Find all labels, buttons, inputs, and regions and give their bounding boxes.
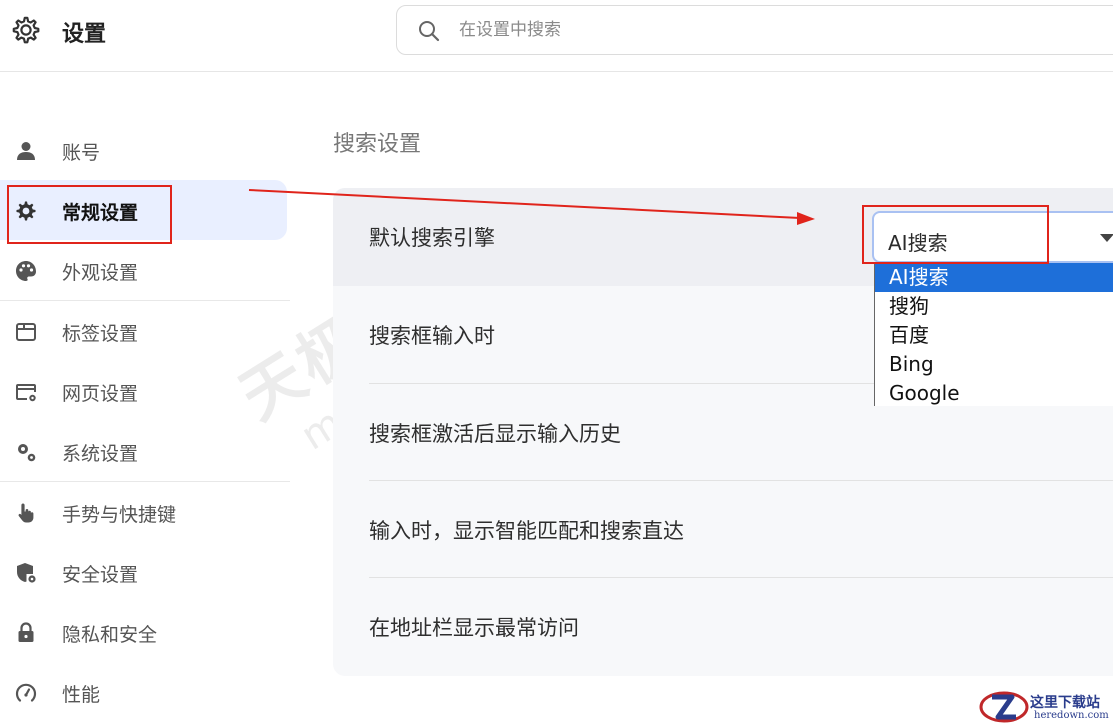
sidebar-item-label: 账号 bbox=[62, 142, 101, 164]
search-input[interactable] bbox=[457, 6, 1057, 54]
setting-label: 输入时，显示智能匹配和搜索直达 bbox=[369, 519, 684, 543]
setting-label: 搜索框激活后显示输入历史 bbox=[369, 422, 621, 446]
gear-icon bbox=[16, 201, 36, 221]
dropdown-option[interactable]: AI搜索 bbox=[875, 263, 1113, 292]
sidebar-item-label: 网页设置 bbox=[62, 383, 139, 405]
sidebar-item-appearance[interactable]: 外观设置 bbox=[0, 240, 292, 300]
logo-mark-icon bbox=[979, 691, 1029, 723]
sidebar-item-security-settings[interactable]: 安全设置 bbox=[0, 542, 292, 602]
search-engine-select[interactable]: AI搜索 bbox=[872, 211, 1113, 263]
dropdown-option[interactable]: Google bbox=[875, 379, 1113, 406]
sidebar-item-label: 外观设置 bbox=[62, 262, 139, 284]
sidebar-item-system-settings[interactable]: 系统设置 bbox=[0, 421, 292, 481]
sidebar-item-label: 手势与快捷键 bbox=[62, 504, 177, 526]
lock-icon bbox=[18, 622, 34, 642]
sidebar-item-general-settings[interactable]: 常规设置 bbox=[0, 180, 287, 240]
setting-row-most-visited[interactable]: 在地址栏显示最常访问 bbox=[333, 578, 1113, 676]
settings-sidebar: 账号 常规设置 外观设置 标签设置 网页设置 系统设置 手势与快捷键 安全设置 … bbox=[0, 120, 292, 722]
dropdown-option[interactable]: 搜狗 bbox=[875, 292, 1113, 321]
search-icon bbox=[419, 21, 440, 42]
site-logo: 这里下载站 heredown.com bbox=[978, 688, 1113, 726]
sidebar-item-performance[interactable]: 性能 bbox=[0, 662, 292, 722]
chevron-down-icon bbox=[1100, 234, 1113, 242]
settings-header: 设置 bbox=[0, 0, 1113, 72]
setting-row-smart-match[interactable]: 输入时，显示智能匹配和搜索直达 bbox=[333, 481, 1113, 579]
sidebar-item-privacy-security[interactable]: 隐私和安全 bbox=[0, 602, 292, 662]
sidebar-item-account[interactable]: 账号 bbox=[0, 120, 292, 180]
gear-icon bbox=[12, 16, 40, 44]
logo-url: heredown.com bbox=[1034, 710, 1109, 721]
webpage-settings-icon bbox=[16, 384, 36, 402]
speedometer-icon bbox=[15, 683, 37, 702]
setting-label: 在地址栏显示最常访问 bbox=[369, 616, 579, 640]
section-title: 搜索设置 bbox=[333, 132, 422, 157]
sidebar-item-gestures-shortcuts[interactable]: 手势与快捷键 bbox=[0, 482, 292, 542]
sidebar-item-tab-settings[interactable]: 标签设置 bbox=[0, 301, 292, 361]
dropdown-option[interactable]: Bing bbox=[875, 350, 1113, 379]
logo-name: 这里下载站 bbox=[1030, 695, 1100, 711]
search-engine-dropdown: AI搜索 搜狗 百度 Bing Google bbox=[874, 263, 1113, 406]
sidebar-item-label: 隐私和安全 bbox=[62, 624, 158, 646]
sidebar-item-label: 安全设置 bbox=[62, 564, 139, 586]
sidebar-item-webpage-settings[interactable]: 网页设置 bbox=[0, 361, 292, 421]
dropdown-option[interactable]: 百度 bbox=[875, 321, 1113, 350]
select-value: AI搜索 bbox=[888, 231, 948, 255]
tab-window-icon bbox=[16, 323, 36, 341]
shield-settings-icon bbox=[17, 563, 36, 583]
sidebar-item-label: 性能 bbox=[62, 684, 101, 706]
sidebar-item-label: 标签设置 bbox=[62, 323, 139, 345]
setting-label: 默认搜索引擎 bbox=[369, 226, 495, 250]
settings-search-box[interactable] bbox=[396, 5, 1113, 55]
sidebar-item-label: 常规设置 bbox=[62, 202, 139, 224]
system-gears-icon bbox=[18, 444, 36, 462]
palette-icon bbox=[16, 261, 36, 281]
page-title: 设置 bbox=[62, 22, 107, 47]
hand-pointer-icon bbox=[18, 503, 34, 523]
setting-label: 搜索框输入时 bbox=[369, 324, 495, 348]
person-icon bbox=[17, 142, 35, 160]
sidebar-item-label: 系统设置 bbox=[62, 443, 139, 465]
